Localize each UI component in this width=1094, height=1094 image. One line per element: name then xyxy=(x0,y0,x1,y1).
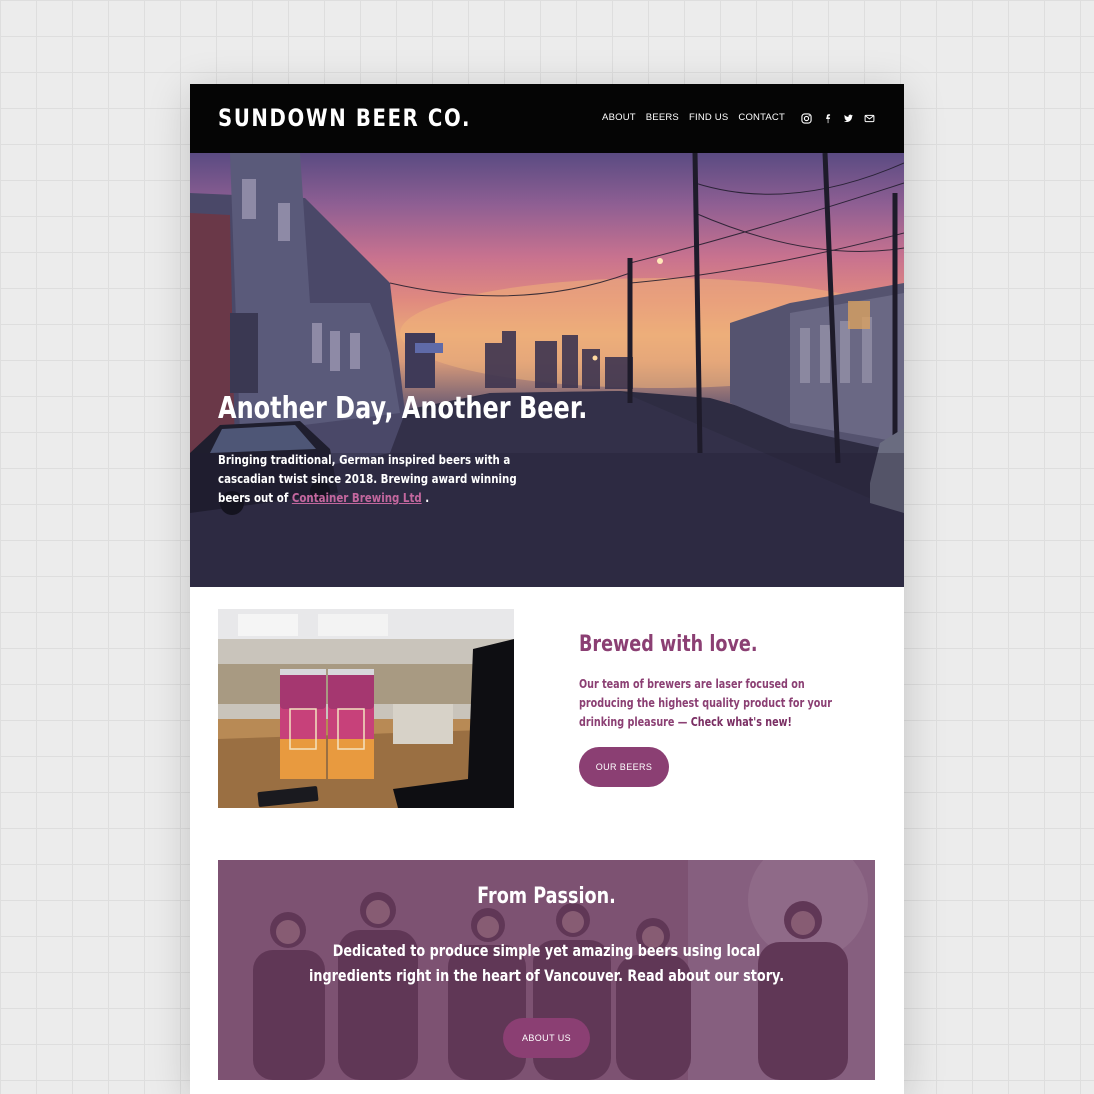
nav-beers[interactable]: BEERS xyxy=(646,112,679,123)
website-page: SUNDOWN BEER CO. ABOUT BEERS FIND US CON… xyxy=(190,84,904,1094)
passion-description: Dedicated to produce simple yet amazing … xyxy=(308,941,785,985)
nav-about[interactable]: ABOUT xyxy=(602,112,636,123)
passion-section: From Passion. Dedicated to produce simpl… xyxy=(218,860,875,1080)
brewed-title: Brewed with love. xyxy=(579,632,758,657)
site-logo[interactable]: SUNDOWN BEER CO. xyxy=(218,104,471,132)
twitter-icon[interactable] xyxy=(842,112,854,124)
container-brewing-link[interactable]: Container Brewing Ltd xyxy=(292,490,422,505)
facebook-icon[interactable] xyxy=(821,112,833,124)
instagram-icon[interactable] xyxy=(800,112,812,124)
our-beers-button[interactable]: OUR BEERS xyxy=(579,747,669,787)
hero-text-end: . xyxy=(421,490,430,505)
email-icon[interactable] xyxy=(863,112,875,124)
beer-can-1 xyxy=(280,669,326,779)
nav-contact[interactable]: CONTACT xyxy=(738,112,785,123)
site-header: SUNDOWN BEER CO. ABOUT BEERS FIND US CON… xyxy=(190,84,904,153)
hero-banner: Another Day, Another Beer. Bringing trad… xyxy=(190,153,904,587)
about-us-button[interactable]: ABOUT US xyxy=(503,1018,590,1058)
check-whats-new-link[interactable]: Check what's new! xyxy=(691,715,792,729)
nav-find-us[interactable]: FIND US xyxy=(689,112,728,123)
main-nav: ABOUT BEERS FIND US CONTACT xyxy=(602,112,785,123)
beer-can-2 xyxy=(328,669,374,779)
brewed-description: Our team of brewers are laser focused on… xyxy=(579,675,862,732)
hero-title: Another Day, Another Beer. xyxy=(218,391,588,426)
passion-title: From Passion. xyxy=(477,884,616,909)
social-links xyxy=(800,112,875,124)
hero-street-photo xyxy=(190,153,904,587)
hero-description: Bringing traditional, German inspired be… xyxy=(218,450,546,507)
beer-cans-photo xyxy=(218,609,514,808)
